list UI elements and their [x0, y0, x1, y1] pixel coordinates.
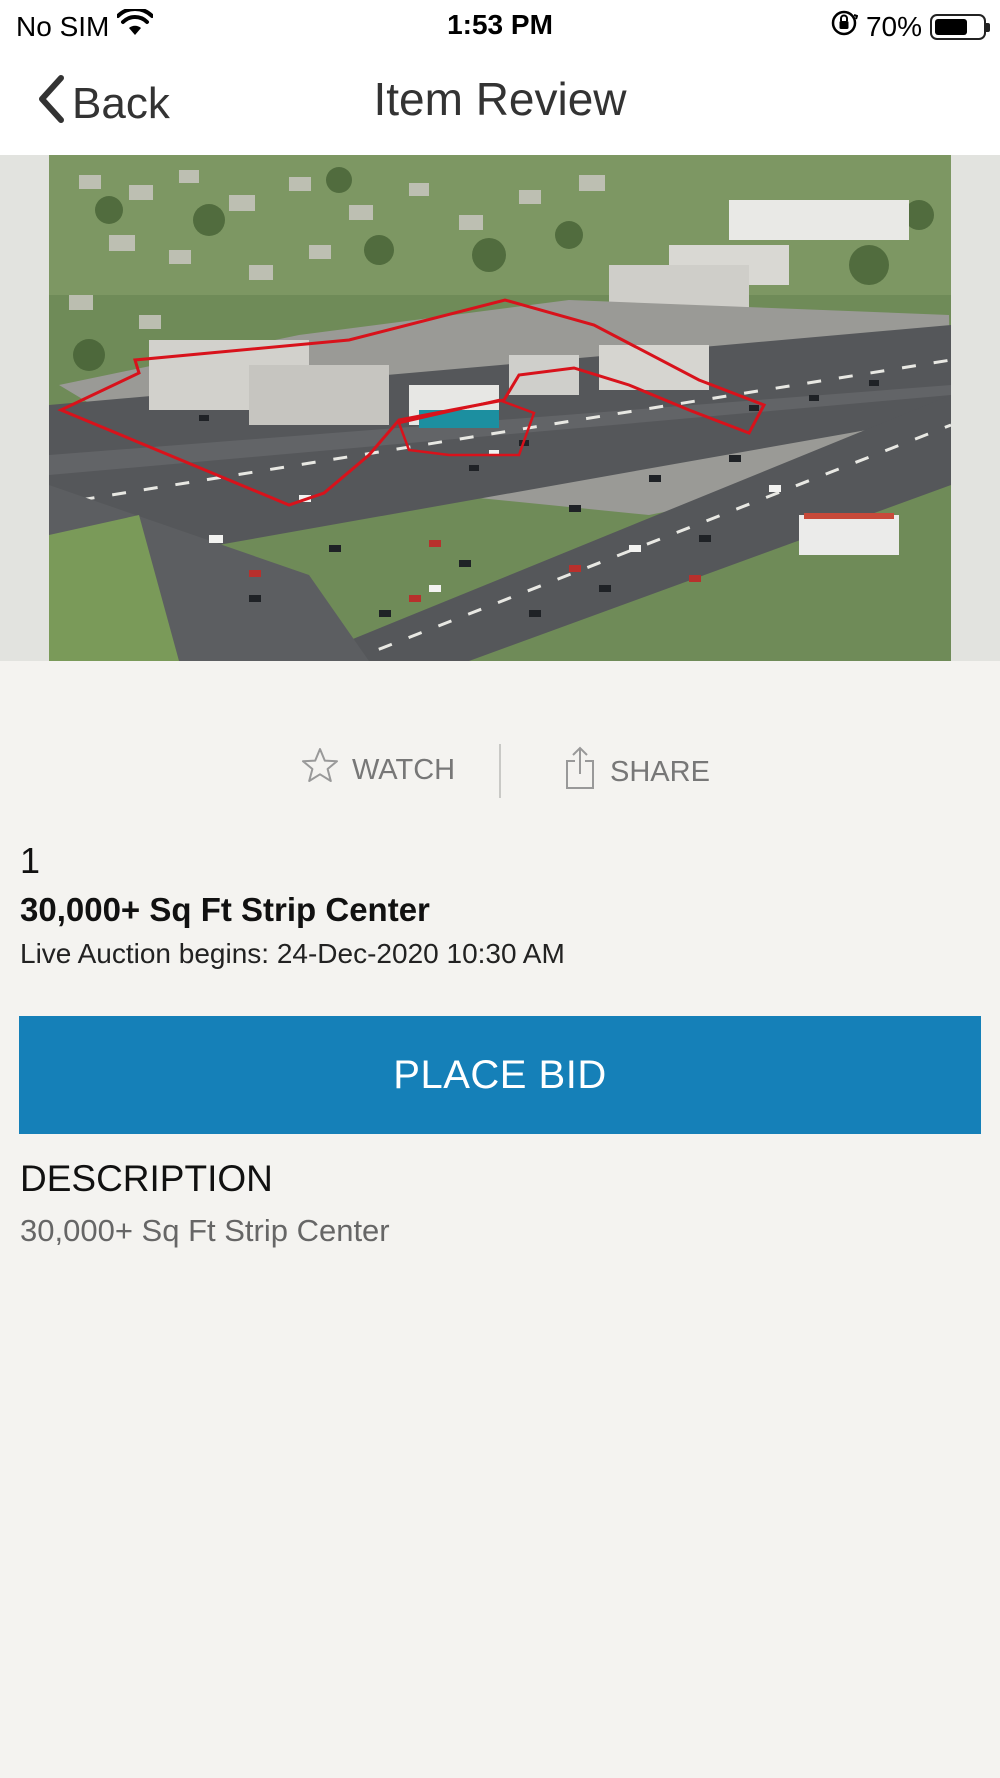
share-button[interactable]: SHARE: [564, 746, 710, 798]
share-icon: [564, 746, 596, 798]
photo-area: [0, 155, 1000, 661]
item-title: 30,000+ Sq Ft Strip Center: [20, 891, 430, 928]
lot-number: 1: [20, 840, 41, 881]
description-heading: DESCRIPTION: [20, 1158, 273, 1199]
battery-percent: 70%: [865, 10, 922, 42]
orientation-lock-icon: [830, 9, 859, 44]
battery-icon: [930, 13, 990, 40]
action-row: WATCH SHARE: [0, 740, 1000, 800]
action-divider: [499, 744, 501, 798]
navigation-bar: Back Item Review: [0, 54, 1000, 155]
description-text: 30,000+ Sq Ft Strip Center: [20, 1213, 390, 1248]
share-label: SHARE: [610, 755, 710, 788]
status-right: 70%: [830, 9, 990, 44]
auction-start-info: Live Auction begins: 24-Dec-2020 10:30 A…: [20, 938, 565, 969]
page-title: Item Review: [373, 73, 627, 125]
place-bid-button[interactable]: PLACE BID: [19, 1016, 981, 1134]
status-bar: No SIM 1:53 PM 70%: [0, 0, 1000, 54]
item-photo[interactable]: [49, 155, 951, 661]
battery-level: [935, 18, 968, 35]
watch-button[interactable]: WATCH: [300, 746, 455, 794]
watch-label: WATCH: [352, 753, 456, 786]
star-icon: [300, 746, 340, 794]
